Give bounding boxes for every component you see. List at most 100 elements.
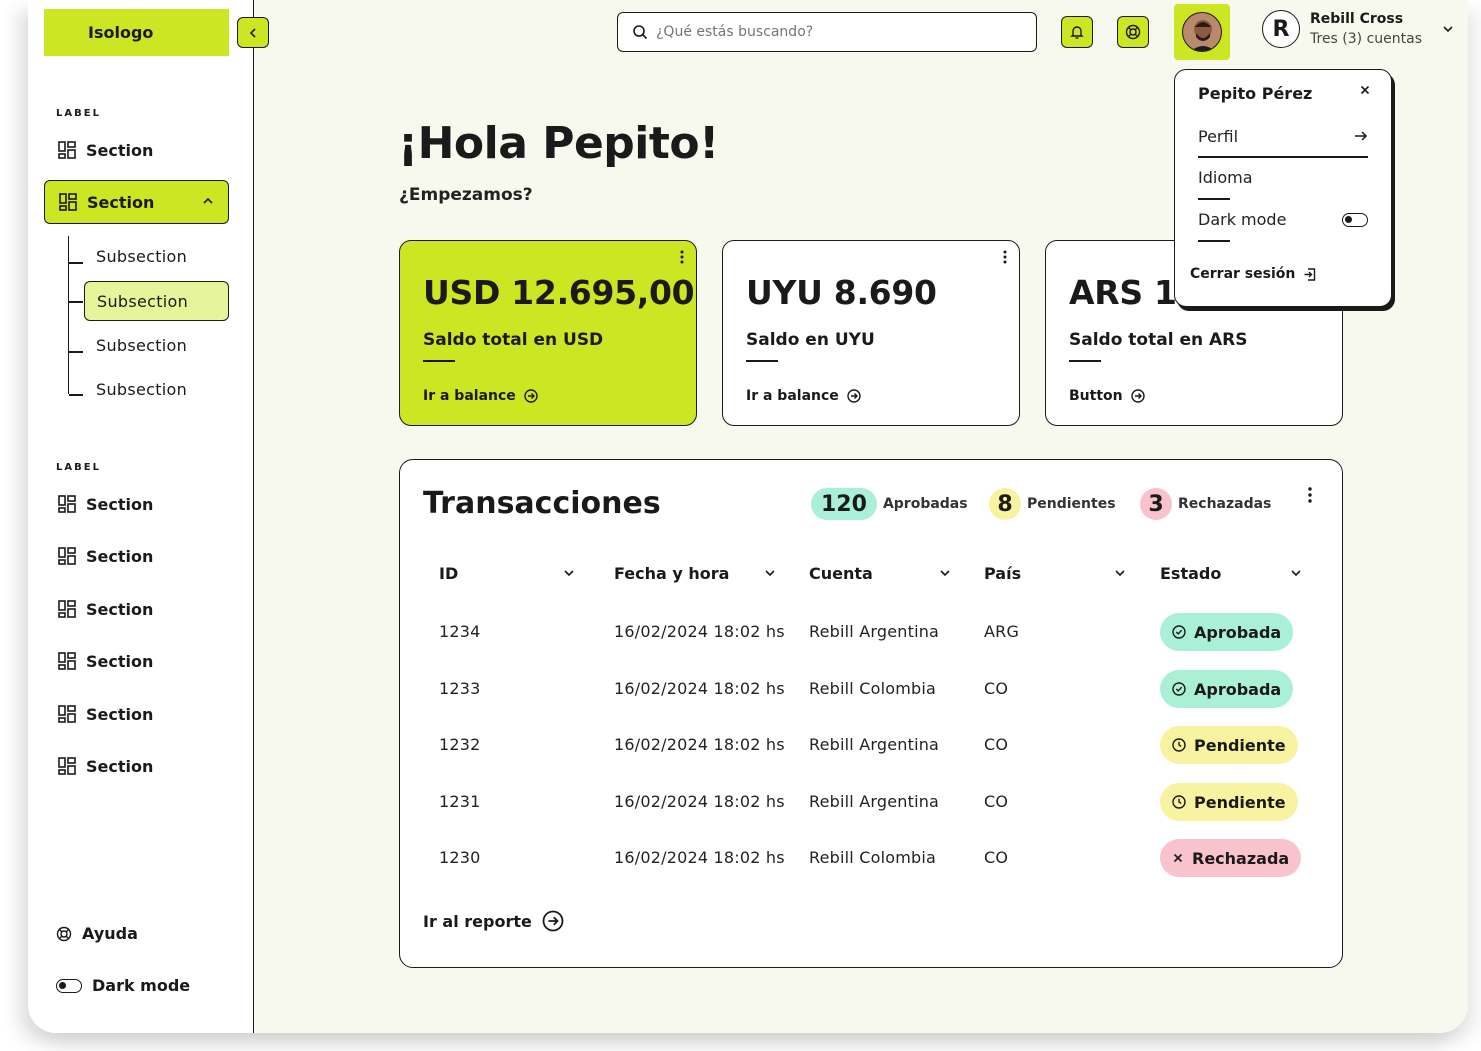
lifebuoy-icon (1125, 24, 1141, 40)
sidebar-item-section[interactable]: Section (44, 692, 229, 736)
sidebar-item-section[interactable]: Section (44, 482, 229, 526)
language-menu-item[interactable]: Idioma (1198, 168, 1368, 187)
account-switcher[interactable]: R Rebill Cross Tres (3) cuentas (1262, 10, 1454, 48)
cell-account: Rebill Argentina (809, 792, 940, 811)
dark-mode-toggle[interactable]: Dark mode (56, 976, 190, 995)
tree-connector (69, 262, 83, 264)
dashboard-icon (58, 705, 76, 723)
status-badge[interactable]: Pendiente (1160, 783, 1298, 821)
status-badge[interactable]: Aprobada (1160, 613, 1294, 651)
help-button[interactable] (1117, 16, 1149, 48)
card-action-button[interactable]: Button (1069, 388, 1342, 404)
rejected-count: 3 (1140, 488, 1172, 520)
subsection-item[interactable]: Subsection (84, 236, 229, 276)
subsection-item-active[interactable]: Subsection (84, 281, 229, 321)
pending-count: 8 (989, 488, 1021, 520)
sidebar-item-section-1[interactable]: Section (44, 128, 229, 172)
column-label: ID (439, 564, 459, 583)
sidebar-item-label: Section (86, 494, 154, 514)
dark-mode-menu-item[interactable]: Dark mode (1198, 210, 1368, 229)
help-link[interactable]: Ayuda (56, 924, 138, 943)
divider (1069, 360, 1101, 362)
column-header-id[interactable]: ID (439, 564, 575, 583)
sidebar-item-section-active[interactable]: Section (44, 180, 229, 224)
balance-label: Saldo en UYU (746, 330, 875, 350)
more-vertical-icon[interactable] (680, 249, 684, 265)
close-icon (1173, 853, 1183, 863)
status-label: Aprobada (1194, 622, 1282, 642)
close-icon[interactable] (1359, 84, 1371, 96)
dashboard-icon (59, 193, 77, 211)
status-label: Pendiente (1194, 792, 1286, 812)
go-to-balance-link[interactable]: Ir a balance (423, 388, 696, 404)
status-label: Rechazada (1192, 848, 1290, 868)
subsection-item[interactable]: Subsection (84, 369, 229, 409)
column-label: Estado (1160, 564, 1222, 583)
status-badge[interactable]: Aprobada (1160, 670, 1294, 708)
column-header-account[interactable]: Cuenta (809, 564, 951, 583)
transactions-title: Transacciones (423, 486, 661, 521)
app-window: Isologo LABEL Section Section Subsection… (28, 0, 1468, 1033)
column-header-date[interactable]: Fecha y hora (614, 564, 776, 583)
sidebar-item-section[interactable]: Section (44, 587, 229, 631)
sidebar-item-label: Section (86, 704, 154, 724)
more-vertical-icon[interactable] (1308, 486, 1312, 504)
toggle-switch-icon (56, 978, 82, 993)
divider (423, 360, 455, 362)
chevron-down-icon (1115, 570, 1125, 577)
cell-date: 16/02/2024 18:02 hs (614, 848, 785, 867)
bell-icon (1070, 26, 1084, 39)
balance-label: Saldo total en USD (423, 330, 604, 350)
user-avatar-button[interactable] (1174, 4, 1230, 60)
collapse-sidebar-button[interactable] (237, 17, 269, 48)
cell-date: 16/02/2024 18:02 hs (614, 792, 785, 811)
account-count: Tres (3) cuentas (1310, 31, 1422, 47)
toggle-switch-icon[interactable] (1342, 213, 1368, 227)
column-header-country[interactable]: País (984, 564, 1126, 583)
dashboard-icon (58, 652, 76, 670)
column-header-status[interactable]: Estado (1160, 564, 1302, 583)
lifebuoy-icon (56, 926, 72, 941)
logo: Isologo (44, 9, 229, 56)
sidebar-label: LABEL (56, 108, 101, 119)
sidebar-item-section[interactable]: Section (44, 639, 229, 683)
arrow-right-circle-icon (847, 389, 861, 403)
status-badge[interactable]: Pendiente (1160, 726, 1298, 764)
clock-icon (1172, 795, 1186, 809)
arrow-right-icon (1355, 131, 1368, 141)
balance-label: Saldo total en ARS (1069, 330, 1248, 350)
search-input[interactable] (656, 24, 1016, 40)
logout-button[interactable]: Cerrar sesión (1190, 266, 1316, 282)
check-circle-icon (1172, 625, 1186, 639)
search-bar[interactable] (617, 12, 1037, 52)
sidebar-item-label: Section (87, 192, 155, 212)
sidebar-item-label: Section (86, 546, 154, 566)
profile-dropdown: Pepito Pérez Perfil Idioma Dark mode Cer… (1174, 69, 1392, 307)
sidebar-item-label: Section (86, 756, 154, 776)
logout-icon (1304, 267, 1316, 281)
rejected-summary: 3 Rechazadas (1140, 488, 1271, 520)
dashboard-icon (58, 757, 76, 775)
subsection-tree-line (68, 236, 70, 394)
chevron-down-icon (1443, 26, 1453, 33)
search-icon (633, 25, 648, 40)
notifications-button[interactable] (1061, 16, 1093, 48)
sidebar-item-section[interactable]: Section (44, 744, 229, 788)
dropdown-user-name: Pepito Pérez (1198, 84, 1313, 103)
balance-card-usd: USD 12.695,00 Saldo total en USD Ir a ba… (399, 240, 697, 426)
go-to-report-link[interactable]: Ir al reporte (423, 910, 564, 932)
pending-summary: 8 Pendientes (989, 488, 1116, 520)
logout-label: Cerrar sesión (1190, 266, 1296, 282)
cell-date: 16/02/2024 18:02 hs (614, 735, 785, 754)
more-vertical-icon[interactable] (1003, 249, 1007, 265)
page-subtitle: ¿Empezamos? (399, 185, 533, 205)
sidebar-item-section[interactable]: Section (44, 534, 229, 578)
profile-menu-item[interactable]: Perfil (1198, 127, 1368, 146)
go-to-balance-link[interactable]: Ir a balance (746, 388, 1019, 404)
help-label: Ayuda (82, 924, 138, 943)
menu-item-label: Idioma (1198, 168, 1253, 187)
cell-id: 1233 (439, 679, 481, 698)
subsection-item[interactable]: Subsection (84, 325, 229, 365)
status-badge[interactable]: Rechazada (1160, 839, 1302, 877)
avatar (1182, 12, 1222, 52)
